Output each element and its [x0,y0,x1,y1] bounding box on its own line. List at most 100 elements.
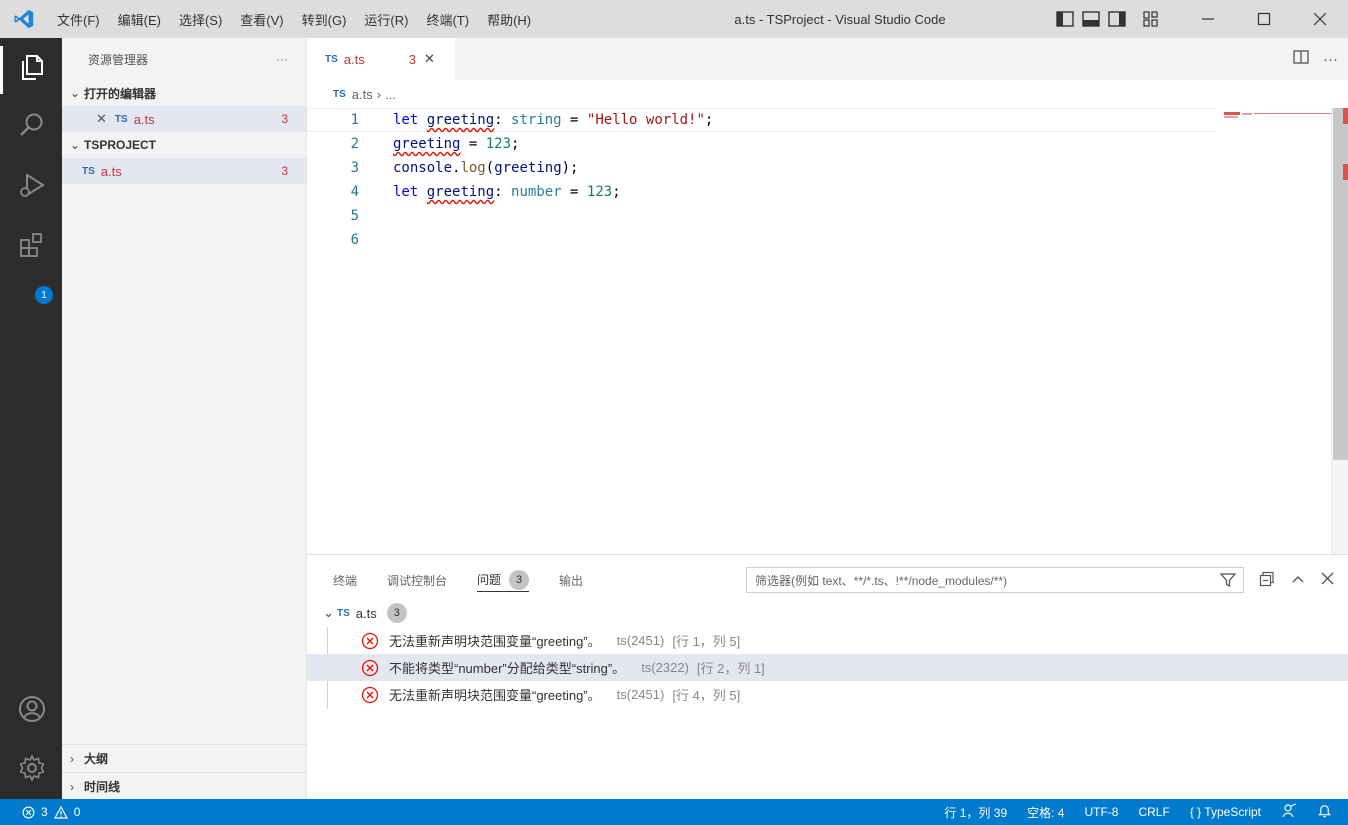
project-file-item[interactable]: TS a.ts 3 [62,158,306,184]
problem-row[interactable]: 无法重新声明块范围变量“greeting”。 ts(2451) [行 1，列 5… [307,627,1348,654]
editor-tab[interactable]: TS a.ts 3 ✕ [307,38,455,80]
run-debug-icon[interactable] [9,162,55,208]
customize-layout-icon[interactable] [1140,10,1162,28]
token-number: 123 [586,184,613,200]
encoding[interactable]: UTF-8 [1084,805,1118,819]
tab-close-icon[interactable]: ✕ [424,51,435,67]
error-icon [361,686,379,703]
error-status-count: 3 [41,805,48,819]
minimize-icon[interactable] [1180,0,1236,38]
tab-terminal[interactable]: 终端 [333,568,357,592]
code-text: let greeting: string = "Hello world!"; [393,112,713,128]
timeline-section[interactable]: › 时间线 [62,772,307,800]
tab-debug-console[interactable]: 调试控制台 [387,568,447,592]
token-punct: ; [612,184,621,200]
menu-selection[interactable]: 选择(S) [170,10,231,29]
menu-run[interactable]: 运行(R) [355,10,417,29]
menu-file[interactable]: 文件(F) [48,10,109,29]
close-window-icon[interactable] [1292,0,1348,38]
tab-problems-label: 问题 [477,573,502,587]
problem-row[interactable]: 无法重新声明块范围变量“greeting”。 ts(2451) [行 4，列 5… [307,681,1348,708]
account-icon[interactable] [9,686,55,732]
extensions-icon[interactable] [9,222,55,268]
close-panel-icon[interactable] [1321,572,1334,588]
filter-funnel-icon[interactable] [1219,571,1237,592]
code-line: 5 [307,204,1331,228]
line-number: 1 [350,112,359,128]
maximize-icon[interactable] [1236,0,1292,38]
collapse-all-icon[interactable] [1259,571,1275,590]
warning-status-count: 0 [73,805,81,819]
problems-status[interactable]: 3 0 [0,805,80,819]
project-section[interactable]: ⌄ TSPROJECT [62,132,306,158]
problems-filter-input[interactable]: 筛选器(例如 text、**/*.ts、!**/node_modules/**) [746,567,1244,593]
line-number: 3 [350,160,359,176]
code-editor[interactable]: 1 let greeting: string = "Hello world!";… [307,108,1331,554]
tab-filename: a.ts [343,51,365,67]
problem-row[interactable]: 不能将类型“number”分配给类型“string”。 ts(2322) [行 … [307,654,1348,681]
problems-filename: a.ts [355,605,377,621]
token-punct: ; [704,112,714,128]
project-filename: a.ts [100,163,122,179]
notifications-bell-icon[interactable] [1317,803,1332,821]
token-keyword: let [393,184,419,200]
problem-source: ts(2451) [616,687,665,702]
editor-scrollbar[interactable] [1331,108,1348,554]
chevron-down-icon: ⌄ [70,138,81,152]
typescript-file-icon: TS [337,607,350,619]
more-actions-icon[interactable]: ··· [276,52,288,66]
code-line: 4 let greeting: number = 123; [307,180,1331,204]
breadcrumb-file[interactable]: a.ts [352,87,373,102]
scroll-thumb[interactable] [1333,108,1348,460]
menu-edit[interactable]: 编辑(E) [109,10,170,29]
maximize-panel-icon[interactable] [1291,572,1305,589]
token-punct: : [494,112,512,128]
token-keyword: let [393,112,419,128]
breadcrumb: TS a.ts › ... [307,80,1348,108]
problems-file-group[interactable]: ⌄ TS a.ts 3 [323,601,407,625]
warning-status-icon [53,805,68,819]
token-variable: greeting [426,112,495,128]
end-of-line[interactable]: CRLF [1138,805,1169,819]
close-icon[interactable]: ✕ [96,111,107,127]
code-line: 1 let greeting: string = "Hello world!"; [307,108,1215,132]
chevron-right-icon: › [70,751,74,766]
typescript-file-icon: TS [82,165,95,177]
menu-go[interactable]: 转到(G) [293,10,356,29]
scroll-error-marker [1343,108,1348,124]
code-line: 3 console.log(greeting); [307,156,1331,180]
explorer-icon[interactable] [9,44,55,90]
problems-file-count: 3 [386,603,407,623]
search-icon[interactable] [9,102,55,148]
menu-help[interactable]: 帮助(H) [478,10,540,29]
error-count: 3 [281,164,288,178]
minimap[interactable] [1224,108,1332,118]
open-editor-item[interactable]: ✕ TS a.ts 3 [62,106,306,132]
outline-section[interactable]: › 大纲 [62,744,307,772]
menu-view[interactable]: 查看(V) [231,10,292,29]
settings-gear-icon[interactable] [9,745,55,791]
toggle-primary-sidebar-icon[interactable] [1054,10,1076,28]
cursor-position[interactable]: 行 1，列 39 [944,804,1007,821]
feedback-icon[interactable] [1281,802,1297,822]
more-actions-icon[interactable]: ··· [1323,51,1338,68]
token-variable: greeting [426,184,495,200]
scroll-error-marker [1343,164,1348,180]
extensions-badge: 1 [35,286,53,304]
typescript-file-icon: TS [325,53,338,65]
toggle-secondary-sidebar-icon[interactable] [1106,10,1128,28]
language-mode[interactable]: { } TypeScript [1190,805,1261,819]
active-indicator [0,46,3,94]
open-editors-section[interactable]: ⌄ 打开的编辑器 [62,80,306,106]
token-punct: = [460,136,486,152]
tab-output[interactable]: 输出 [559,568,583,592]
toggle-panel-icon[interactable] [1080,10,1102,28]
token-number: 123 [485,136,512,152]
tab-problems[interactable]: 问题 3 [477,568,530,592]
breadcrumb-symbols[interactable]: ... [385,87,396,102]
token-punct: : [494,184,512,200]
menu-terminal[interactable]: 终端(T) [417,10,478,29]
split-editor-icon[interactable] [1293,49,1309,69]
token-type: number [511,184,562,200]
indentation[interactable]: 空格: 4 [1027,804,1064,821]
